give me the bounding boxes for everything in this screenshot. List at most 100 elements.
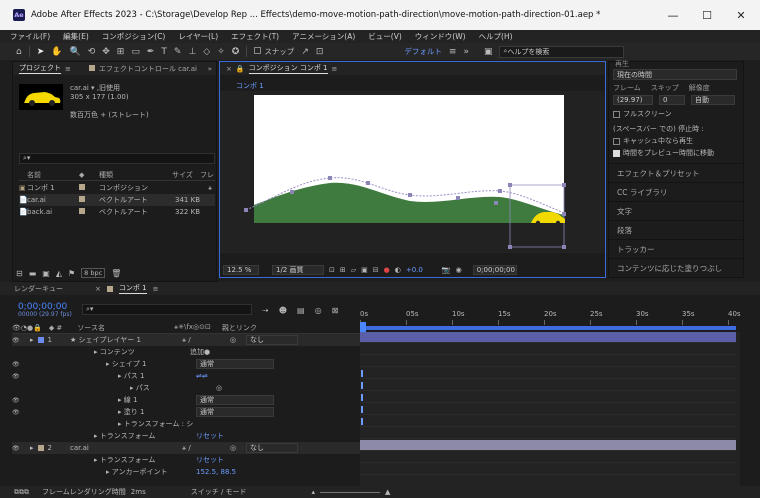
col-parent[interactable]: 親とリンク — [222, 323, 257, 333]
flowchart-icon[interactable]: ⚑ — [68, 269, 75, 278]
lock-icon[interactable]: 🔒 — [236, 65, 245, 73]
flowchart-icon[interactable]: ⚹ — [208, 184, 212, 193]
exposure-value[interactable]: +0.0 — [406, 266, 423, 274]
shy-icon[interactable]: ☻ — [279, 306, 287, 315]
timeline-search-input[interactable]: ⌕▾ — [82, 304, 252, 315]
parent-select[interactable]: なし — [246, 335, 298, 345]
resolution-select[interactable]: 自動 — [691, 95, 735, 105]
zoom-select[interactable]: 12.5 % — [223, 265, 259, 275]
keyframe-marker[interactable] — [361, 406, 363, 413]
selection-tool-icon[interactable]: ➤ — [37, 47, 45, 57]
layer-duration-bar[interactable] — [360, 440, 736, 451]
panel-1[interactable]: CC ライブラリ — [609, 182, 743, 201]
timeline-row[interactable]: ▸ トランスフォーム : シ 1 — [12, 418, 360, 430]
layer-switches-icon[interactable]: ⚹ / — [182, 336, 230, 345]
tab-composition[interactable]: コンポジション コンポ 1 — [248, 63, 328, 74]
panel-overflow-icon[interactable]: » — [208, 65, 212, 73]
comp-time-display[interactable]: 0;00;00;00 — [472, 265, 517, 275]
row-mode[interactable]: 通常 — [196, 395, 274, 405]
timeline-row[interactable]: ▸ アンカーポイント 152.5, 88.5 — [12, 466, 360, 478]
row-mode[interactable]: ⇌⇌ — [196, 372, 274, 380]
menu-item-4[interactable]: エフェクト(T) — [231, 31, 279, 42]
pen-tool-icon[interactable]: ✒ — [147, 47, 155, 57]
zoom-slider[interactable] — [320, 491, 381, 493]
timeline-row[interactable]: 👁 ▸ 2 car.ai ⚹ / ◎ なし — [12, 442, 360, 454]
row-mode[interactable]: 通常 — [196, 359, 274, 369]
project-search-input[interactable]: ⌕▾ — [19, 153, 215, 164]
mask-icon[interactable]: ▱ — [351, 266, 356, 274]
frame-rate-select[interactable]: (29.97) — [613, 95, 653, 105]
channel-icon[interactable]: ● — [384, 266, 390, 274]
menu-item-5[interactable]: アニメーション(A) — [292, 31, 355, 42]
col-source-name[interactable]: ソース名 — [77, 323, 105, 333]
motion-blur-icon[interactable]: ◎ — [315, 306, 322, 315]
graph-editor-icon[interactable]: ⊠ — [332, 306, 339, 315]
row-mode[interactable]: リセット — [196, 455, 274, 465]
current-time-select[interactable]: 現在の時間 — [613, 69, 737, 80]
alpha-icon[interactable]: ▣ — [361, 266, 368, 274]
panel-2[interactable]: 文字 — [609, 201, 743, 220]
minimize-button[interactable]: — — [656, 0, 690, 30]
home-icon[interactable]: ⌂ — [16, 47, 22, 57]
menu-item-7[interactable]: ウィンドウ(W) — [415, 31, 466, 42]
tab-effect-controls[interactable]: エフェクトコントロール car.ai — [99, 64, 197, 74]
pickwhip-icon[interactable]: ◎ — [230, 336, 246, 344]
col-name[interactable]: 名前 — [19, 170, 79, 180]
frame-blend-icon[interactable]: ▤ — [297, 306, 305, 315]
workspace-chevron-icon[interactable]: » — [463, 47, 469, 57]
visibility-toggle-icon[interactable]: 👁 — [12, 445, 30, 452]
keyframe-marker[interactable] — [361, 418, 363, 425]
rotate-tool-icon[interactable]: ⟲ — [88, 47, 96, 57]
layer-switches-icon[interactable]: ⚹ / — [182, 444, 230, 453]
menu-item-8[interactable]: ヘルプ(H) — [479, 31, 513, 42]
layer-duration-bar[interactable] — [360, 332, 736, 343]
timeline-row[interactable]: 👁 ▸ 線 1 通常 — [12, 394, 360, 406]
time-ruler[interactable]: 0s 05s 10s 15s 20s 25s 30s 35s 40s — [360, 302, 741, 332]
interpret-icon[interactable]: ⊟ — [16, 269, 23, 278]
panel-3[interactable]: 段落 — [609, 220, 743, 239]
playhead[interactable] — [360, 322, 366, 332]
add-button[interactable]: 追加 — [190, 347, 204, 357]
workspace-panel-icon[interactable]: ▣ — [484, 47, 493, 57]
workspace-default[interactable]: デフォルト — [404, 46, 442, 57]
panel-menu-icon[interactable]: ≡ — [65, 65, 71, 73]
visibility-toggle-icon[interactable]: 👁 — [12, 409, 30, 416]
close-tab-icon[interactable]: × — [95, 285, 101, 293]
visibility-toggle-icon[interactable]: 👁 — [12, 397, 30, 404]
item-label-color[interactable] — [79, 196, 99, 204]
item-label-color[interactable] — [79, 208, 99, 216]
timeline-row[interactable]: 👁 ▸ シェイプ 1 通常 — [12, 358, 360, 370]
project-item[interactable]: 📄 back.ai ベクトルアート 322 KB — [19, 206, 215, 218]
visibility-toggle-icon[interactable]: 👁 — [12, 373, 30, 380]
label-col-icon[interactable]: ◆ — [79, 171, 99, 179]
help-search[interactable]: ⌕ ヘルプを検索 — [499, 45, 625, 58]
timeline-row[interactable]: ▸ トランスフォーム リセット — [12, 430, 360, 442]
pickwhip-icon[interactable]: ◎ — [230, 444, 246, 452]
visibility-toggle-icon[interactable]: 👁 — [12, 361, 30, 368]
zoom-in-icon[interactable]: ▲ — [385, 488, 390, 496]
col-frame[interactable]: フレ — [200, 170, 214, 180]
cache-checkbox[interactable]: キャッシュ中なら再生 — [613, 135, 693, 147]
timeline-row[interactable]: 👁 ▸ パス 1 ⇌⇌ — [12, 370, 360, 382]
bpc-button[interactable]: 8 bpc — [81, 268, 106, 278]
roi-icon[interactable]: ⊡ — [329, 266, 335, 274]
camera-tool-icon[interactable]: ✥ — [102, 47, 110, 57]
row-mode[interactable]: リセット — [196, 431, 274, 441]
snap-checkbox[interactable]: スナップ — [254, 46, 294, 57]
eraser-tool-icon[interactable]: ◇ — [203, 47, 210, 57]
keyframe-marker[interactable] — [361, 370, 363, 377]
fullscreen-checkbox[interactable]: フルスクリーン — [613, 108, 672, 120]
visibility-toggle-icon[interactable]: 👁 — [12, 337, 30, 344]
keyframe-marker[interactable] — [361, 394, 363, 401]
zoom-tool-icon[interactable]: 🔍 — [69, 47, 80, 57]
maximize-button[interactable]: ☐ — [690, 0, 724, 30]
timeline-row[interactable]: ▸ パス ◎ — [12, 382, 360, 394]
pickwhip-icon[interactable]: ◎ — [216, 384, 222, 392]
skip-select[interactable]: 0 — [659, 95, 685, 105]
zoom-out-icon[interactable]: ▴ — [312, 488, 316, 496]
panel-5[interactable]: コンテンツに応じた塗りつぶし — [609, 258, 743, 277]
timeline-row[interactable]: 👁 ▸ 塗り 1 通常 — [12, 406, 360, 418]
comp-viewer[interactable] — [220, 91, 605, 253]
timeline-row[interactable]: 👁 ▸ 1 ★ シェイプレイヤー 1 ⚹ / ◎ なし — [12, 334, 360, 346]
close-button[interactable]: ✕ — [724, 0, 758, 30]
